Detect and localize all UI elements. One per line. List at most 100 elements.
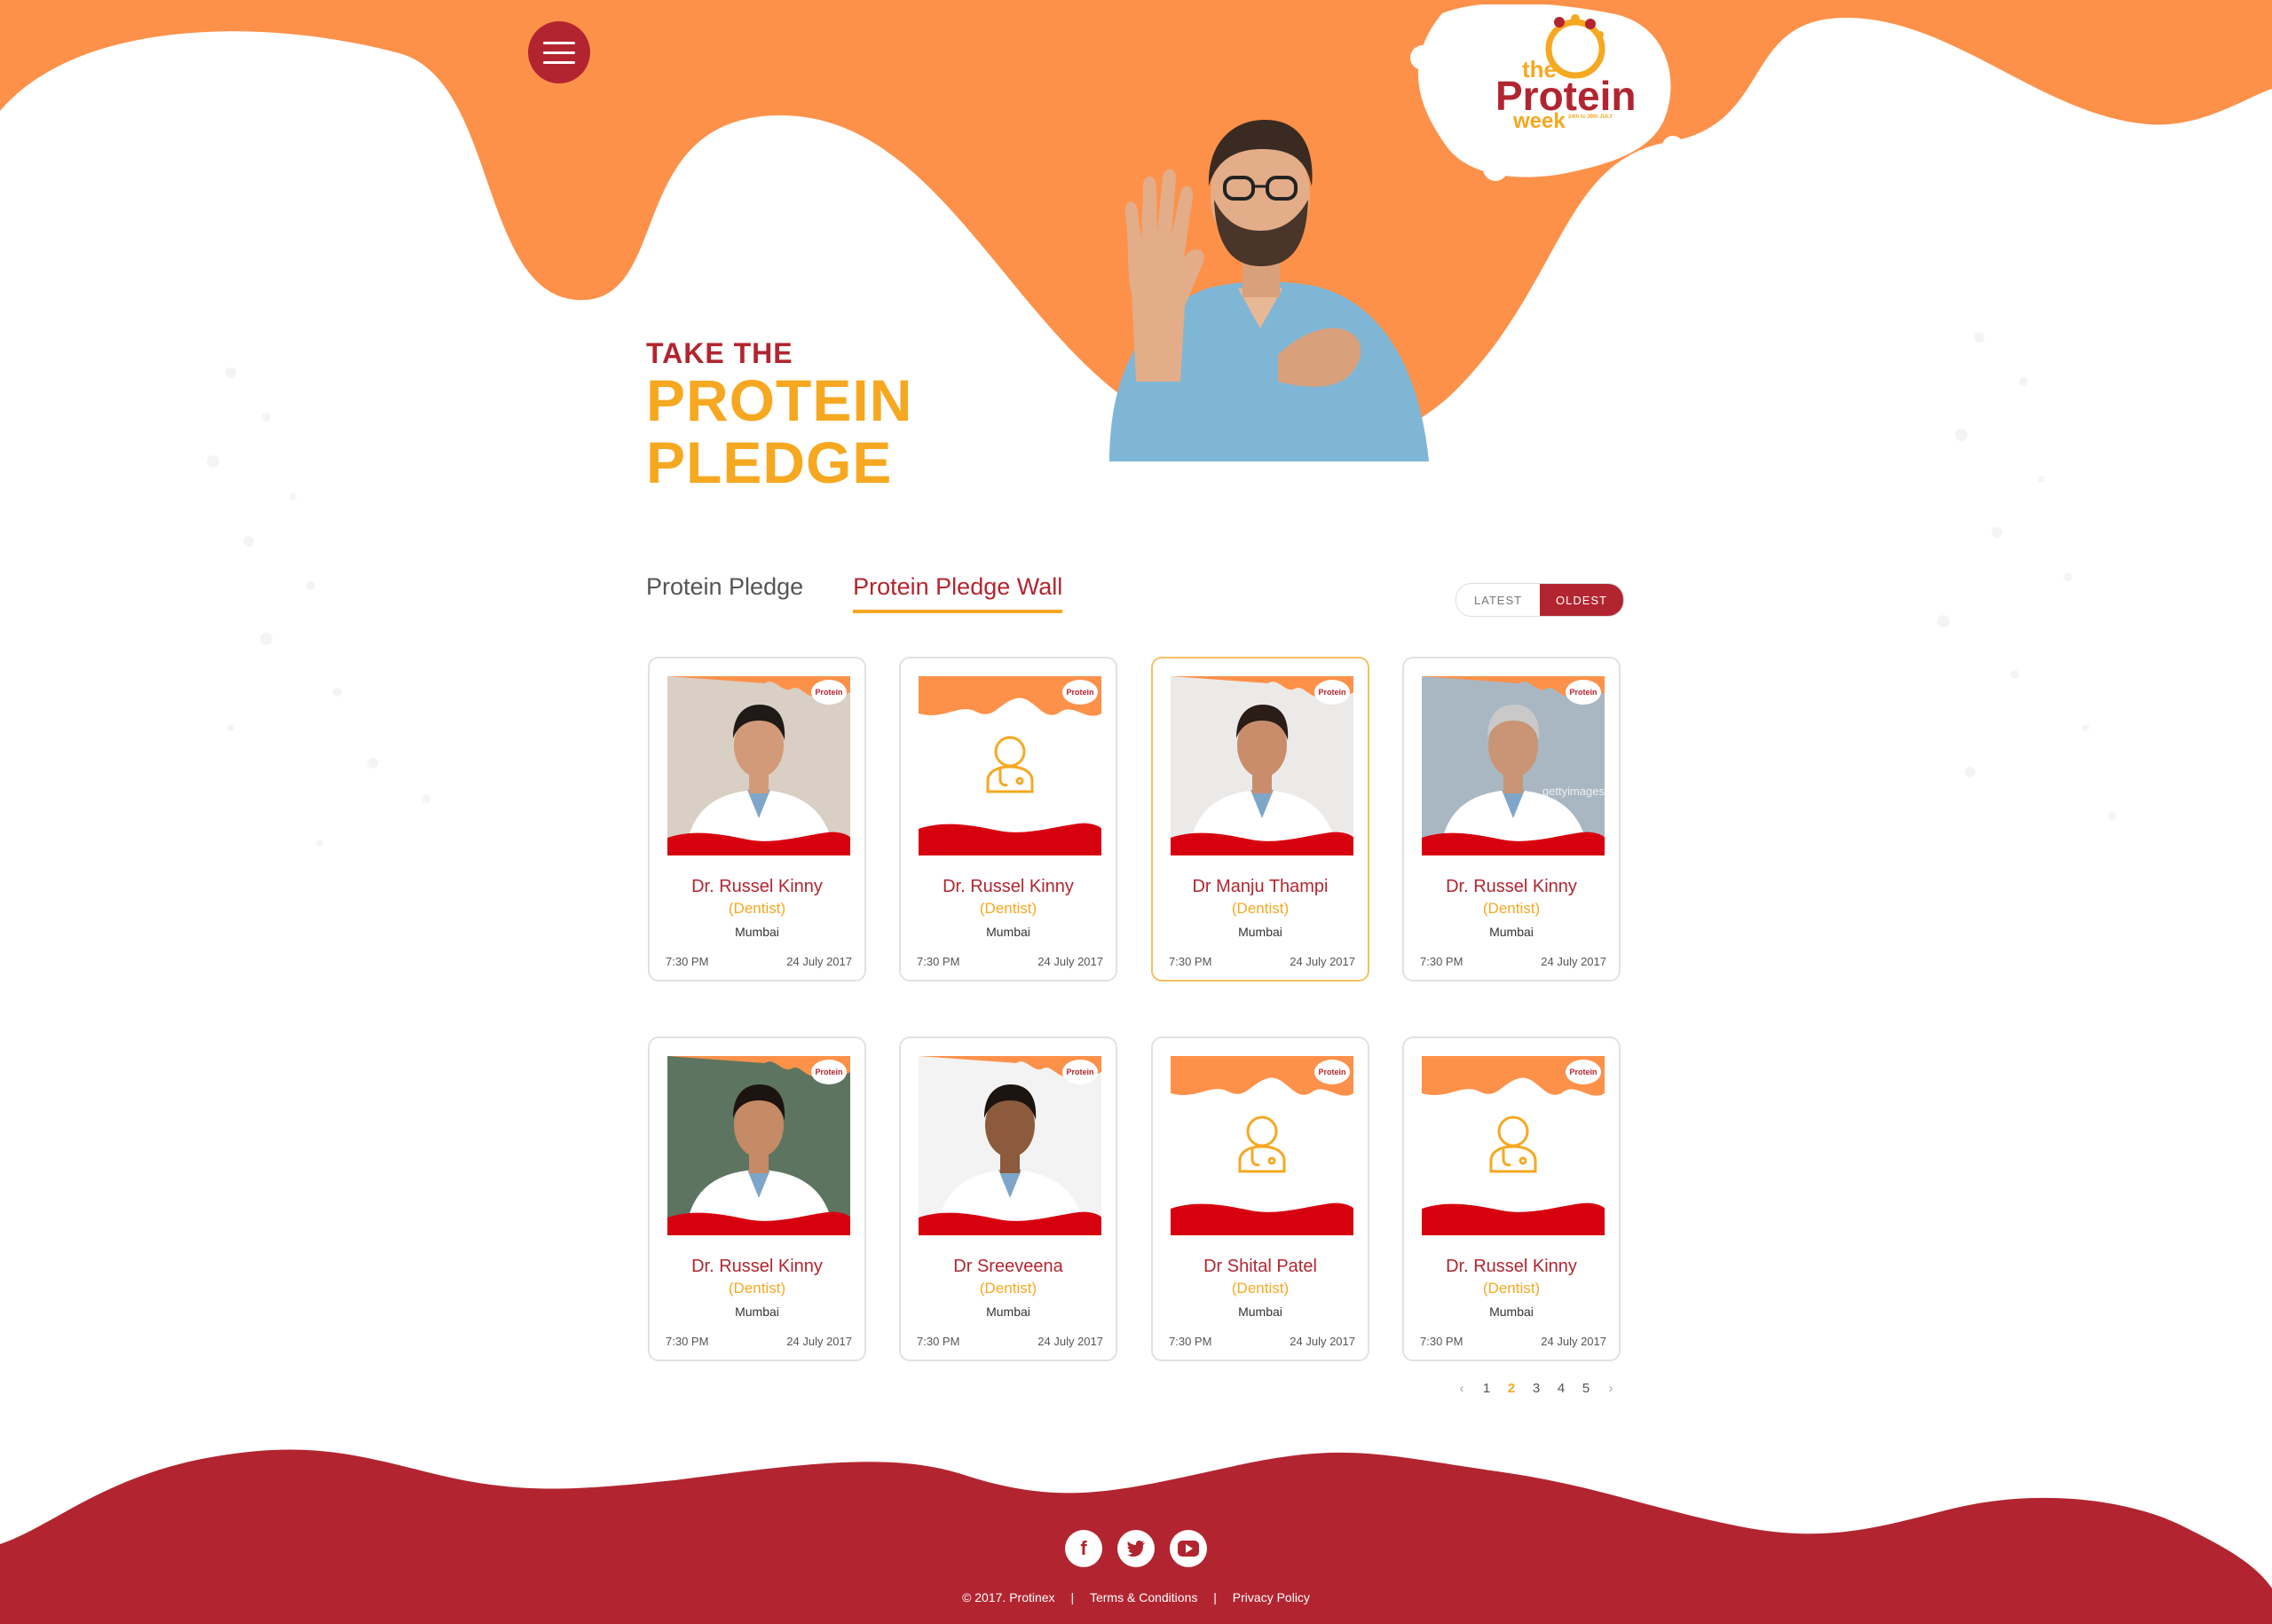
card-protein-badge: Protein: [811, 680, 847, 705]
doctor-name: Dr. Russel Kinny: [943, 877, 1074, 896]
pledge-headline: TAKE THE PROTEIN PLEDGE: [646, 339, 912, 492]
pledge-date: 24 July 2017: [1290, 955, 1355, 968]
pledge-card[interactable]: Protein Dr Shital Patel (Dentist) Mumbai 7:3…: [1151, 1037, 1369, 1361]
doctor-name: Dr. Russel Kinny: [691, 1257, 823, 1276]
doctor-name: Dr Manju Thampi: [1192, 877, 1329, 896]
card-protein-badge: Protein: [1566, 680, 1601, 705]
doctor-city: Mumbai: [1489, 1305, 1534, 1319]
pledge-card[interactable]: Protein Dr. Russel Kinny (Dentist) Mumbai 7:…: [899, 657, 1117, 981]
page-3[interactable]: 3: [1530, 1381, 1542, 1396]
footer-links: © 2017. Protinex | Terms & Conditions | …: [0, 1590, 2272, 1604]
headline-line-1: TAKE THE: [646, 337, 793, 369]
doctor-specialty: (Dentist): [728, 1280, 786, 1297]
privacy-link[interactable]: Privacy Policy: [1233, 1590, 1310, 1604]
pledge-card[interactable]: Protein Dr. Russel Kinny (Dentist) Mumbai 7:…: [648, 1037, 866, 1361]
sort-toggle: LATEST OLDEST: [1456, 583, 1624, 617]
card-protein-badge: Protein: [1314, 1060, 1350, 1084]
pledge-photo: Protein: [919, 676, 1101, 855]
pledge-time: 7:30 PM: [1169, 1335, 1212, 1348]
prev-page-button[interactable]: ‹: [1456, 1381, 1468, 1396]
menu-icon-line: [543, 51, 575, 54]
twitter-button[interactable]: [1117, 1530, 1155, 1567]
menu-icon-line: [543, 60, 575, 64]
getty-watermark: gettyimages: [1542, 784, 1605, 798]
menu-button[interactable]: [528, 21, 590, 83]
logo-week: week: [1513, 109, 1566, 133]
pledge-photo: Protein: [1171, 1056, 1353, 1235]
pledge-date: 24 July 2017: [1037, 1335, 1103, 1348]
doctor-specialty: (Dentist): [979, 1280, 1037, 1297]
footer-separator: |: [1213, 1590, 1217, 1604]
pledge-card[interactable]: Protein Dr Sreeveena (Dentist) Mumbai 7:30 P…: [899, 1037, 1117, 1361]
doctor-name: Dr Shital Patel: [1203, 1257, 1317, 1276]
pledge-date: 24 July 2017: [1541, 955, 1606, 968]
pledge-date: 24 July 2017: [786, 1335, 852, 1348]
doctor-city: Mumbai: [986, 1305, 1030, 1319]
pledge-photo: Protein: [919, 1056, 1101, 1235]
page-1[interactable]: 1: [1480, 1381, 1493, 1396]
headline-line-3: PLEDGE: [646, 430, 893, 495]
doctor-name: Dr. Russel Kinny: [691, 877, 823, 896]
pledge-time: 7:30 PM: [666, 955, 709, 968]
card-protein-badge: Protein: [1566, 1060, 1601, 1084]
page-2[interactable]: 2: [1505, 1381, 1518, 1396]
copyright-text: © 2017. Protinex: [962, 1590, 1055, 1604]
pledge-date: 24 July 2017: [1541, 1335, 1606, 1348]
sort-oldest-button[interactable]: OLDEST: [1540, 584, 1623, 616]
doctor-name: Dr Sreeveena: [953, 1257, 1063, 1276]
pledge-photo: Protein gettyimages: [1422, 676, 1605, 855]
page-5[interactable]: 5: [1580, 1381, 1592, 1396]
card-protein-badge: Protein: [1062, 1060, 1098, 1084]
pledge-card[interactable]: Protein Dr. Russel Kinny (Dentist) Mumbai 7:…: [648, 657, 866, 981]
card-protein-badge: Protein: [1314, 680, 1350, 705]
pagination: ‹ 1 2 3 4 5 ›: [1456, 1381, 1617, 1396]
doctor-name: Dr. Russel Kinny: [1446, 877, 1577, 896]
pledge-date: 24 July 2017: [786, 955, 852, 968]
doctor-city: Mumbai: [735, 1305, 779, 1319]
pledge-card[interactable]: Protein Dr. Russel Kinny (Dentist) Mumbai 7:…: [1402, 1037, 1621, 1361]
pledge-tabs: Protein Pledge Protein Pledge Wall: [646, 573, 1063, 613]
facebook-icon: f: [1080, 1537, 1087, 1559]
menu-icon-line: [543, 41, 575, 44]
next-page-button[interactable]: ›: [1605, 1381, 1617, 1396]
doctor-specialty: (Dentist): [1231, 900, 1290, 917]
pledge-card[interactable]: Protein gettyimages Dr. Russel Kinny (Denti…: [1402, 657, 1621, 981]
logo-dates: 24th to 30th JULY: [1568, 114, 1613, 120]
doctor-city: Mumbai: [1238, 1305, 1282, 1319]
pledge-card[interactable]: Protein Dr Manju Thampi (Dentist) Mumbai 7:3…: [1151, 657, 1369, 981]
doctor-specialty: (Dentist): [979, 900, 1037, 917]
youtube-button[interactable]: [1170, 1530, 1207, 1567]
card-protein-badge: Protein: [1062, 680, 1098, 705]
pledge-date: 24 July 2017: [1290, 1335, 1355, 1348]
pledge-time: 7:30 PM: [1420, 1335, 1463, 1348]
doctor-specialty: (Dentist): [728, 900, 786, 917]
doctor-placeholder-icon: [986, 736, 1034, 793]
headline-line-2: PROTEIN: [646, 367, 913, 433]
doctor-specialty: (Dentist): [1482, 1280, 1541, 1297]
doctor-name: Dr. Russel Kinny: [1446, 1257, 1577, 1276]
terms-link[interactable]: Terms & Conditions: [1090, 1590, 1197, 1604]
sort-latest-button[interactable]: LATEST: [1456, 584, 1540, 616]
pledge-photo: Protein: [667, 676, 850, 855]
card-protein-badge: Protein: [811, 1060, 847, 1084]
pledge-time: 7:30 PM: [917, 955, 960, 968]
pledge-time: 7:30 PM: [1420, 955, 1463, 968]
pledge-time: 7:30 PM: [666, 1335, 709, 1348]
pledge-man-image: [1109, 120, 1429, 461]
tab-protein-pledge-wall[interactable]: Protein Pledge Wall: [853, 573, 1063, 613]
pledge-time: 7:30 PM: [917, 1335, 960, 1348]
tab-protein-pledge[interactable]: Protein Pledge: [646, 573, 803, 613]
doctor-city: Mumbai: [986, 925, 1030, 939]
footer-separator: |: [1070, 1590, 1075, 1604]
doctor-city: Mumbai: [735, 925, 779, 939]
facebook-button[interactable]: f: [1065, 1530, 1102, 1567]
doctor-placeholder-icon: [1489, 1116, 1537, 1173]
doctor-city: Mumbai: [1238, 925, 1282, 939]
pledge-time: 7:30 PM: [1169, 955, 1212, 968]
pledge-photo: Protein: [1422, 1056, 1605, 1235]
pledge-photo: Protein: [1171, 676, 1353, 855]
pledge-date: 24 July 2017: [1037, 955, 1103, 968]
page-4[interactable]: 4: [1555, 1381, 1567, 1396]
doctor-placeholder-icon: [1238, 1116, 1286, 1173]
pledge-photo: Protein: [667, 1056, 850, 1235]
